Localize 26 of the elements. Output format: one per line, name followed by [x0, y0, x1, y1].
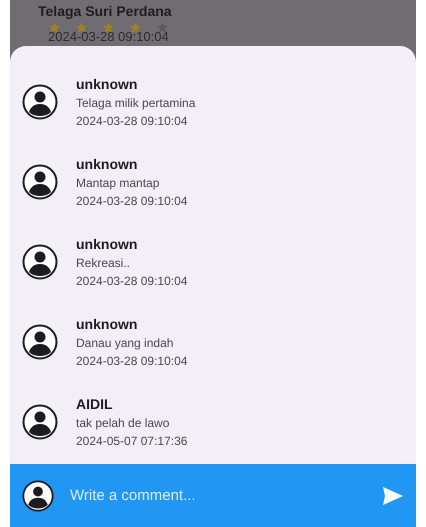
avatar-icon: [22, 404, 58, 440]
comment-date: 2024-03-28 09:10:04: [76, 354, 188, 368]
avatar-icon: [22, 324, 58, 360]
comment-author: unknown: [76, 76, 138, 92]
comment-date: 2024-03-28 09:10:04: [76, 274, 188, 288]
avatar-icon: [22, 244, 58, 280]
comment-date: 2024-03-28 09:10:04: [76, 114, 188, 128]
review-date: 2024-03-28 09:10:04: [48, 30, 170, 43]
avatar-icon: [22, 480, 54, 512]
comment-author: AIDIL: [76, 396, 114, 412]
send-button[interactable]: [382, 486, 404, 506]
avatar-icon: [22, 84, 58, 120]
comment-text: Telaga milik pertamina: [76, 96, 196, 110]
avatar-icon: [22, 164, 58, 200]
comment-text: Mantap mantap: [76, 176, 160, 190]
comment-date: 2024-05-07 07:17:36: [76, 434, 188, 448]
comment-text: Danau yang indah: [76, 336, 174, 350]
comment-date: 2024-03-28 09:10:04: [76, 194, 188, 208]
comment-author: unknown: [76, 156, 138, 172]
place-title: Telaga Suri Perdana: [38, 3, 173, 19]
comment-author: unknown: [76, 316, 138, 332]
send-icon: [382, 486, 404, 506]
comment-input[interactable]: Write a comment...: [68, 486, 368, 505]
comment-text: Rekreasi..: [76, 256, 132, 270]
comment-text: tak pelah de lawo: [76, 416, 170, 430]
comment-author: unknown: [76, 236, 138, 252]
